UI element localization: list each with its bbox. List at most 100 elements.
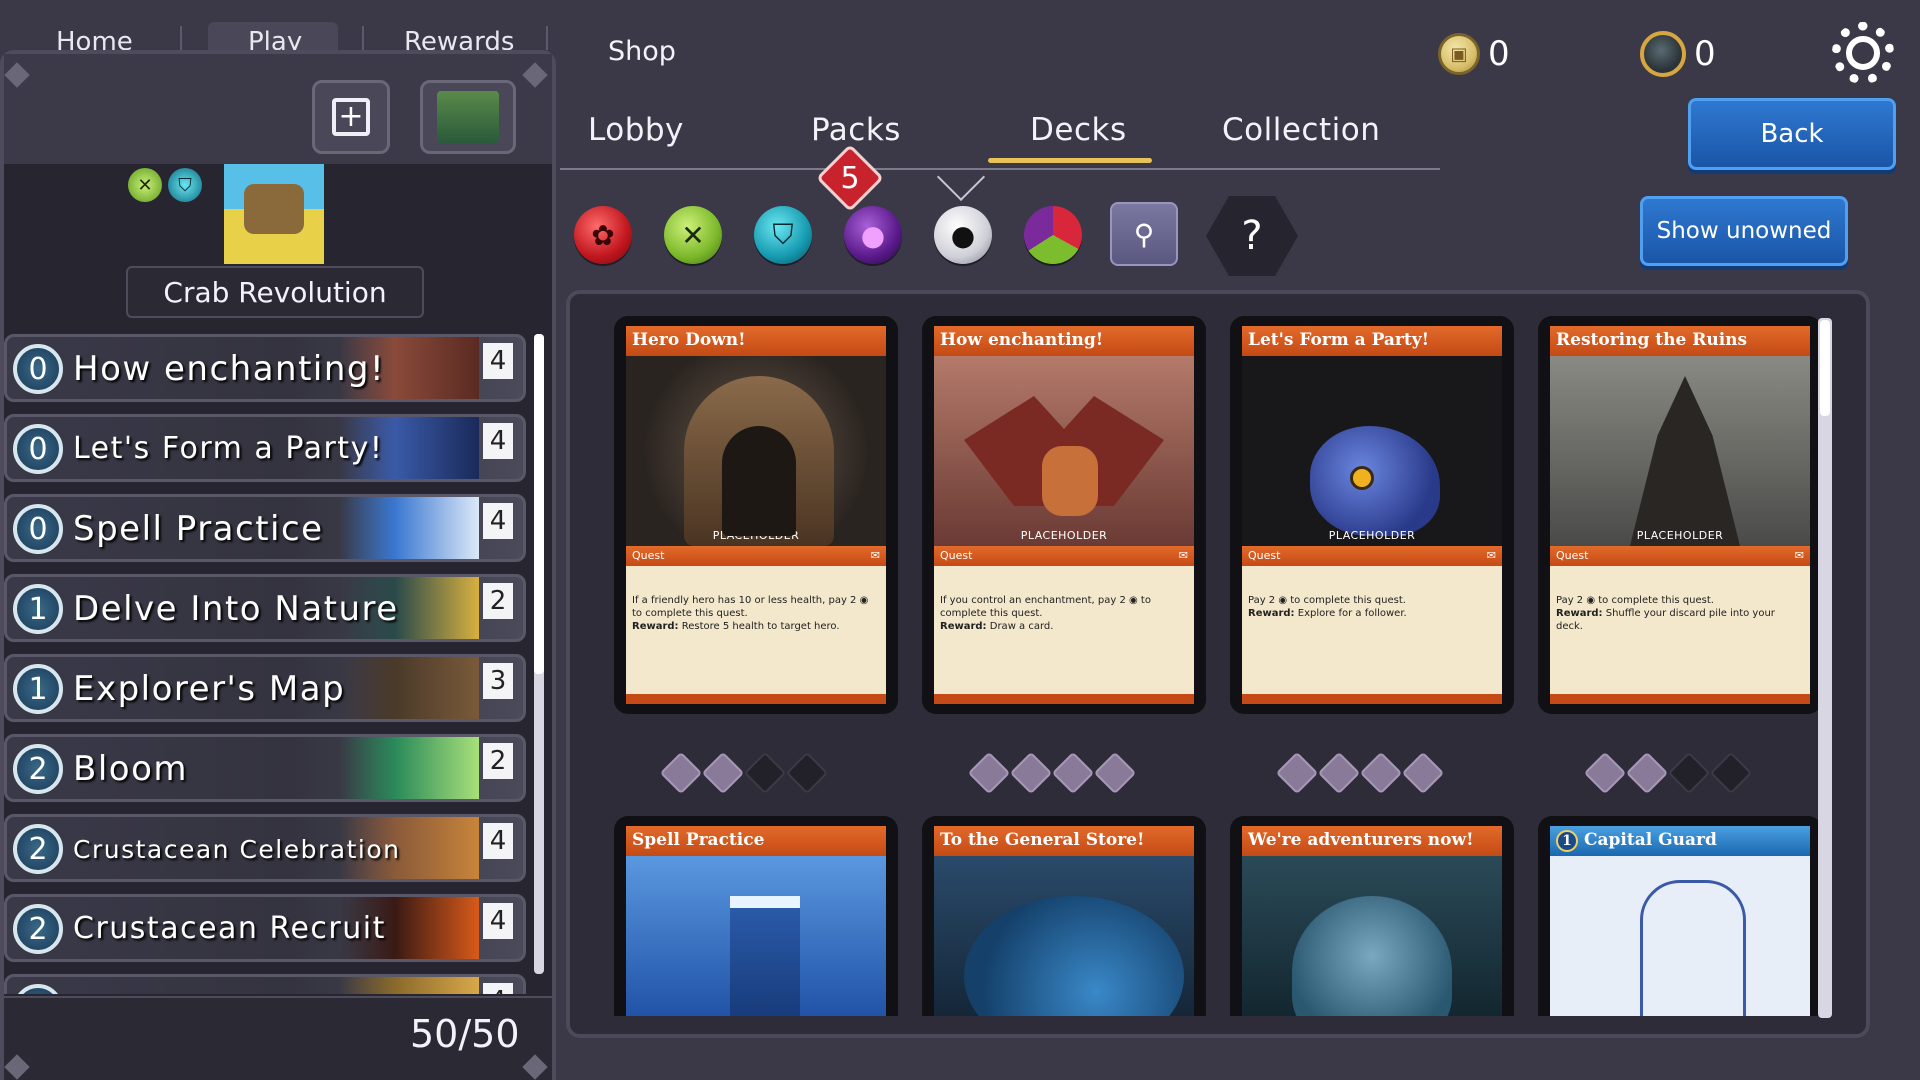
grid-scrollbar[interactable] [1818,318,1832,1018]
search-icon[interactable]: ⚲ [1110,202,1178,266]
card-footer [626,694,886,704]
help-icon[interactable]: ? [1206,196,1298,276]
placeholder-label: PLACEHOLDER [712,529,800,542]
card-type-bar: Quest ✉ [1550,546,1810,566]
card-count: 4 [483,423,513,459]
card-art: PLACEHOLDER [934,356,1194,546]
card-type: Quest [1556,549,1589,562]
row-art [339,657,479,719]
empty-copy-icon [1709,751,1753,795]
card-title: Restoring the Ruins [1550,326,1810,356]
card-lets-form-a-party[interactable]: Let's Form a Party! PLACEHOLDER Quest ✉ P… [1230,316,1514,714]
card-name: Crustacean Recruit [73,911,386,946]
card-cost-icon: 2 [13,904,63,954]
reward-label: Reward: [632,621,679,632]
gem-value: 0 [1694,34,1716,74]
card-art [1242,856,1502,1016]
nav-notch [936,152,986,202]
card-reward: Reward: Shuffle your discard pile into y… [1556,607,1804,633]
deck-hero-portrait[interactable] [224,164,324,264]
card-rules: Pay 2 ◉ to complete this quest. [1556,595,1714,606]
shop-link[interactable]: Shop [608,36,676,67]
deck-background-button[interactable] [420,80,516,154]
deck-card-count: 50/50 [410,1012,520,1056]
deck-list-item[interactable]: 2 4 [4,974,526,994]
teal-faction-icon: ⛉ [168,168,202,202]
card-cost-icon: 2 [13,824,63,874]
card-footer [1242,694,1502,704]
deck-list-item[interactable]: 2 Crustacean Celebration 4 [4,814,526,882]
card-reward: Reward: Explore for a follower. [1248,607,1496,620]
deck-list-item[interactable]: 0 Spell Practice 4 [4,494,526,562]
gem-counter: 0 [1640,30,1716,78]
placeholder-label: PLACEHOLDER [1328,529,1416,542]
card-restoring-the-ruins[interactable]: Restoring the Ruins PLACEHOLDER Quest ✉ P… [1538,316,1822,714]
row-art [339,737,479,799]
deck-list-item[interactable]: 0 How enchanting! 4 [4,334,526,402]
deck-scrollbar-thumb[interactable] [534,334,544,674]
reward-label: Reward: [1556,608,1603,619]
deck-name[interactable]: Crab Revolution [126,266,424,318]
grid-scrollbar-thumb[interactable] [1820,320,1830,416]
card-title: Let's Form a Party! [1242,326,1502,356]
card-title: Capital Guard [1584,830,1717,850]
card-count: 4 [483,903,513,939]
card-type-bar: Quest ✉ [626,546,886,566]
multicolor-faction-icon[interactable] [1024,206,1082,264]
settings-gear-icon[interactable] [1832,22,1894,84]
show-unowned-button[interactable]: Show unowned [1640,196,1848,266]
card-were-adventurers-now[interactable]: We're adventurers now! [1230,816,1514,1016]
landscape-icon [437,91,499,143]
card-type-icon: ✉ [1794,549,1804,562]
card-to-the-general-store[interactable]: To the General Store! [922,816,1206,1016]
row-art [339,977,479,994]
purple-faction-icon[interactable]: ● [844,206,902,264]
tab-packs[interactable]: Packs [811,112,901,148]
empty-copy-icon [785,751,829,795]
card-art: PLACEHOLDER [1550,356,1810,546]
white-faction-icon[interactable]: ● [934,206,992,264]
card-art [934,856,1194,1016]
deck-list-item[interactable]: 2 Bloom 2 [4,734,526,802]
teal-faction-icon[interactable]: ⛉ [754,206,812,264]
card-title: We're adventurers now! [1242,826,1502,856]
owned-copy-icon [659,751,703,795]
card-type: Quest [632,549,665,562]
deck-list-item[interactable]: 0 Let's Form a Party! 4 [4,414,526,482]
card-type-icon: ✉ [1486,549,1496,562]
tab-rewards[interactable]: Rewards [404,22,514,50]
card-cost-icon: 2 [13,744,63,794]
owned-copy-icon [1317,751,1361,795]
tab-decks[interactable]: Decks [1030,112,1127,148]
tab-lobby[interactable]: Lobby [588,112,684,148]
card-reward: Reward: Restore 5 health to target hero. [632,620,880,633]
card-how-enchanting[interactable]: How enchanting! PLACEHOLDER Quest ✉ If yo… [922,316,1206,714]
card-hero-down[interactable]: Hero Down! PLACEHOLDER Quest ✉ If a frien… [614,316,898,714]
card-type-bar: Quest ✉ [1242,546,1502,566]
tab-play[interactable]: Play [208,22,338,50]
card-spell-practice[interactable]: Spell Practice [614,816,898,1016]
back-button[interactable]: Back [1688,98,1896,170]
green-faction-icon: ✕ [128,168,162,202]
deck-list-item[interactable]: 1 Delve Into Nature 2 [4,574,526,642]
tab-home[interactable]: Home [56,22,136,50]
placeholder-label: PLACEHOLDER [1636,529,1724,542]
card-capital-guard[interactable]: 1 Capital Guard [1538,816,1822,1016]
card-footer [934,694,1194,704]
red-faction-icon[interactable]: ✿ [574,206,632,264]
owned-copy-icon [1093,751,1137,795]
tab-divider [546,26,548,50]
reward-label: Reward: [1248,608,1295,619]
card-type: Quest [940,549,973,562]
card-cost-icon: 2 [13,984,63,994]
card-cost-icon: 1 [13,664,63,714]
placeholder-label: PLACEHOLDER [1020,529,1108,542]
new-deck-button[interactable]: + [312,80,390,154]
deck-list-item[interactable]: 1 Explorer's Map 3 [4,654,526,722]
tab-collection[interactable]: Collection [1222,112,1380,148]
green-faction-icon[interactable]: ✕ [664,206,722,264]
reward-text: Restore 5 health to target hero. [681,621,840,632]
gold-coin-icon: ▣ [1438,33,1480,75]
deck-list-item[interactable]: 2 Crustacean Recruit 4 [4,894,526,962]
card-count: 4 [483,983,513,994]
